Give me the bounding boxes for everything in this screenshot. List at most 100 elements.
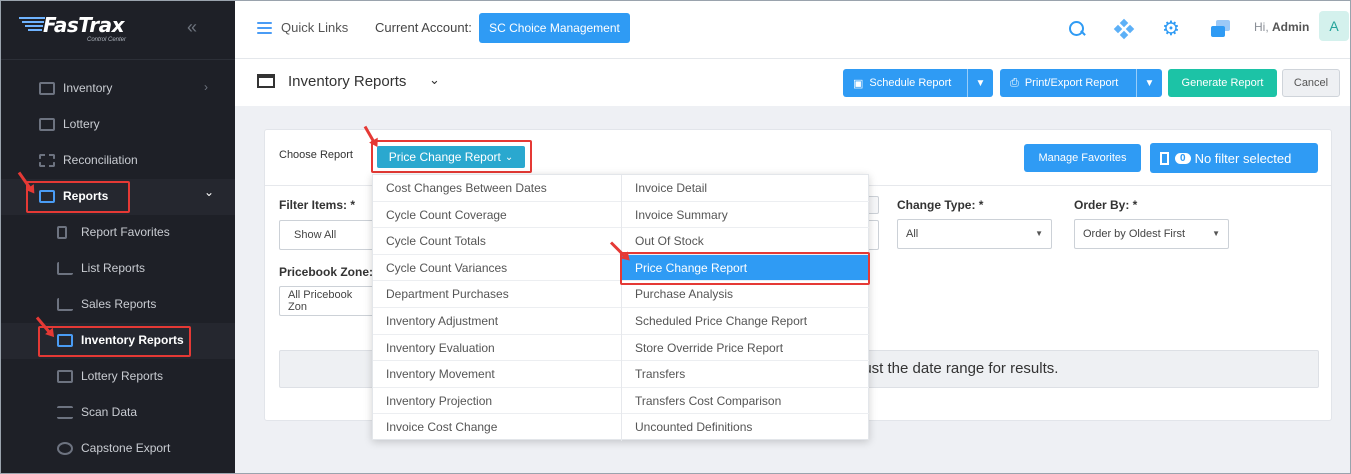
dropdown-column-right: Invoice Detail Invoice Summary Out Of St… bbox=[621, 175, 869, 441]
dropdown-item[interactable]: Cycle Count Variances bbox=[373, 255, 621, 282]
dropdown-item[interactable]: Out Of Stock bbox=[622, 228, 869, 255]
line-chart-icon bbox=[57, 298, 73, 311]
chevron-right-icon: › bbox=[204, 80, 208, 94]
inventory-icon bbox=[39, 82, 55, 95]
change-type-value: All bbox=[906, 228, 919, 240]
bookmark-icon bbox=[57, 226, 67, 239]
dropdown-item[interactable]: Purchase Analysis bbox=[622, 281, 869, 308]
dropdown-item[interactable]: Inventory Evaluation bbox=[373, 335, 621, 362]
dropdown-item[interactable]: Inventory Adjustment bbox=[373, 308, 621, 335]
page-header: Inventory Reports ⌄ ▣ Schedule Report ▼ … bbox=[235, 60, 1350, 106]
dropdown-item[interactable]: Cost Changes Between Dates bbox=[373, 175, 621, 202]
sidebar-item-lottery-reports[interactable]: Lottery Reports bbox=[1, 359, 235, 395]
sidebar: FasTrax Control Center « Inventory › Lot… bbox=[1, 1, 235, 473]
search-icon[interactable] bbox=[1067, 19, 1087, 39]
filter-items-value: Show All bbox=[294, 229, 337, 241]
app-window: { "brand":{"name":"FasTrax","subtitle":"… bbox=[0, 0, 1351, 474]
current-account-label: Current Account: bbox=[375, 20, 472, 35]
dropdown-column-left: Cost Changes Between Dates Cycle Count C… bbox=[373, 175, 621, 441]
manage-favorites-button[interactable]: Manage Favorites bbox=[1024, 144, 1141, 172]
chevron-down-icon[interactable]: ▼ bbox=[967, 69, 993, 97]
dropdown-item[interactable]: Uncounted Definitions bbox=[622, 414, 869, 441]
apps-icon[interactable] bbox=[1113, 18, 1135, 40]
chevron-down-icon[interactable]: ▼ bbox=[1136, 69, 1162, 97]
collapse-sidebar-icon[interactable]: « bbox=[187, 17, 197, 38]
change-type-label: Change Type: * bbox=[897, 198, 984, 212]
sidebar-divider bbox=[1, 59, 235, 60]
filter-items-label: Filter Items: * bbox=[279, 198, 356, 212]
fastrax-logo[interactable]: FasTrax Control Center bbox=[19, 13, 149, 49]
filter-status-button[interactable]: 0 No filter selected bbox=[1150, 143, 1318, 173]
reports-highlight-box bbox=[26, 181, 130, 213]
dropdown-item[interactable]: Transfers Cost Comparison bbox=[622, 388, 869, 415]
order-by-select[interactable]: Order by Oldest First ▼ bbox=[1074, 219, 1229, 249]
sidebar-item-label: Capstone Export bbox=[81, 441, 171, 455]
chat-icon[interactable] bbox=[1211, 19, 1231, 39]
order-by-value: Order by Oldest First bbox=[1083, 228, 1186, 240]
sidebar-item-label: Scan Data bbox=[81, 405, 138, 419]
filter-status-label: No filter selected bbox=[1194, 150, 1292, 166]
dropdown-item[interactable]: Inventory Projection bbox=[373, 388, 621, 415]
list-icon bbox=[57, 406, 73, 419]
annotation-arrow bbox=[363, 125, 377, 145]
lottery-icon bbox=[39, 118, 55, 131]
reconciliation-icon bbox=[39, 154, 55, 167]
order-by-label: Order By: * bbox=[1074, 198, 1138, 212]
logo-brand-text: FasTrax bbox=[43, 13, 124, 37]
pricebook-zone-select[interactable]: All Pricebook Zon bbox=[279, 286, 379, 316]
print-export-report-button[interactable]: ⎙ Print/Export Report ▼ bbox=[1000, 69, 1162, 97]
dropdown-item[interactable]: Cycle Count Coverage bbox=[373, 202, 621, 229]
calendar-icon: ▣ bbox=[853, 77, 864, 90]
sidebar-item-reconciliation[interactable]: Reconciliation bbox=[1, 143, 235, 179]
sidebar-item-label: Reconciliation bbox=[63, 153, 138, 167]
sidebar-item-label: Lottery Reports bbox=[81, 369, 164, 383]
avatar[interactable]: A bbox=[1319, 11, 1349, 41]
dropdown-item[interactable]: Scheduled Price Change Report bbox=[622, 308, 869, 335]
schedule-report-button[interactable]: ▣ Schedule Report ▼ bbox=[843, 69, 993, 97]
sidebar-item-lottery[interactable]: Lottery bbox=[1, 107, 235, 143]
sidebar-item-label: List Reports bbox=[81, 261, 146, 275]
page-title: Inventory Reports bbox=[288, 73, 407, 90]
notice-text: just the date range for results. bbox=[860, 360, 1059, 377]
dropdown-arrow-icon: ▼ bbox=[1212, 229, 1220, 238]
pricebook-zone-label: Pricebook Zone: bbox=[279, 265, 374, 279]
dropdown-item[interactable]: Invoice Cost Change bbox=[373, 414, 621, 441]
dropdown-item[interactable]: Store Override Price Report bbox=[622, 335, 869, 362]
user-greeting: Hi, Admin bbox=[1254, 20, 1310, 34]
gear-icon[interactable]: ⚙ bbox=[1162, 19, 1182, 39]
dropdown-item[interactable]: Department Purchases bbox=[373, 281, 621, 308]
change-type-select[interactable]: All ▼ bbox=[897, 219, 1052, 249]
quick-links-menu-icon[interactable] bbox=[257, 22, 272, 37]
sidebar-item-report-favorites[interactable]: Report Favorites bbox=[1, 215, 235, 251]
dropdown-item[interactable]: Transfers bbox=[622, 361, 869, 388]
sidebar-item-label: Inventory bbox=[63, 81, 113, 95]
warehouse-icon bbox=[257, 74, 275, 88]
choose-report-label: Choose Report bbox=[279, 149, 353, 161]
sidebar-item-scan-data[interactable]: Scan Data bbox=[1, 395, 235, 431]
report-dropdown-menu: Cost Changes Between Dates Cycle Count C… bbox=[372, 174, 870, 441]
dropdown-item[interactable]: Cycle Count Totals bbox=[373, 228, 621, 255]
cancel-button[interactable]: Cancel bbox=[1282, 69, 1340, 97]
building-icon bbox=[1160, 151, 1169, 165]
dropdown-item[interactable]: Invoice Detail bbox=[622, 175, 869, 202]
print-export-label: Print/Export Report bbox=[1024, 77, 1119, 89]
sidebar-item-label: Sales Reports bbox=[81, 297, 157, 311]
generate-report-button[interactable]: Generate Report bbox=[1168, 69, 1277, 97]
dropdown-item[interactable]: Inventory Movement bbox=[373, 361, 621, 388]
sidebar-item-list-reports[interactable]: List Reports bbox=[1, 251, 235, 287]
quick-links-link[interactable]: Quick Links bbox=[281, 20, 348, 35]
sidebar-item-inventory[interactable]: Inventory › bbox=[1, 71, 235, 107]
current-account-button[interactable]: SC Choice Management bbox=[479, 13, 630, 43]
chevron-down-icon[interactable]: ⌄ bbox=[429, 72, 440, 88]
dropdown-arrow-icon: ▼ bbox=[1035, 229, 1043, 238]
price-change-report-highlight-box bbox=[620, 252, 870, 285]
printer-icon: ⎙ bbox=[1010, 76, 1019, 89]
sidebar-item-capstone-export[interactable]: Capstone Export bbox=[1, 431, 235, 467]
logo-subtitle: Control Center bbox=[87, 37, 127, 43]
line-chart-icon bbox=[57, 262, 73, 275]
dropdown-item[interactable]: Invoice Summary bbox=[622, 202, 869, 229]
ticket-icon bbox=[57, 370, 73, 383]
user-name: Admin bbox=[1272, 20, 1310, 34]
chevron-down-icon: ⌄ bbox=[204, 185, 215, 199]
sidebar-item-label: Report Favorites bbox=[81, 225, 170, 239]
